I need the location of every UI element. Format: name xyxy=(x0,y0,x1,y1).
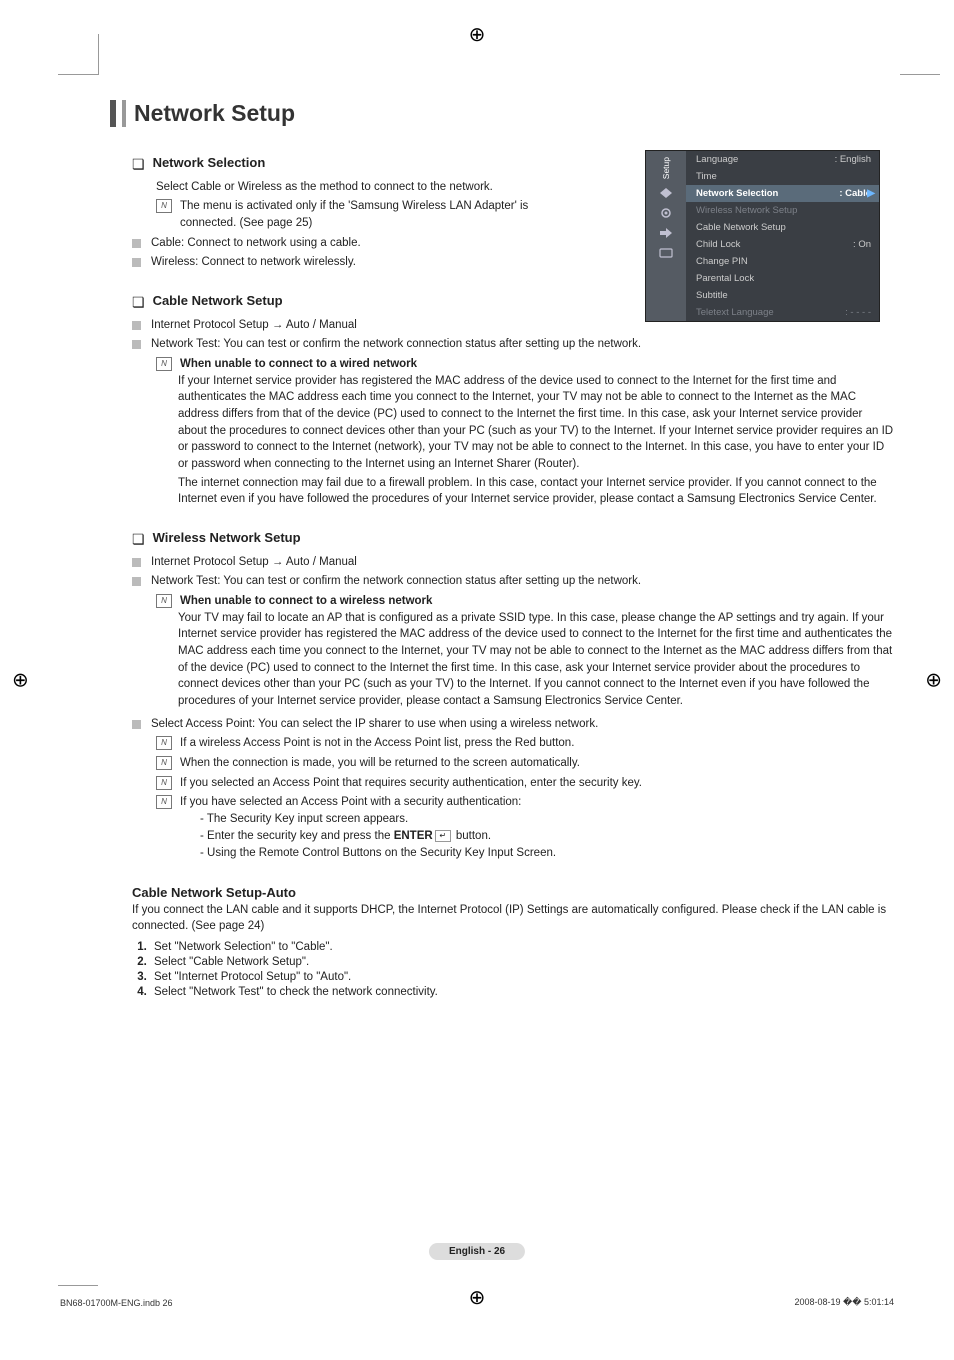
section-heading: Cable Network Setup-Auto xyxy=(132,885,894,900)
settings-icon xyxy=(658,207,674,219)
note-text: The menu is activated only if the 'Samsu… xyxy=(180,198,560,231)
registration-mark-icon: ⊕ xyxy=(469,22,486,47)
page-title-block: Network Setup xyxy=(110,100,894,127)
list-item: Select "Cable Network Setup". xyxy=(150,956,894,968)
list-text: Network Test: You can test or confirm th… xyxy=(151,336,641,353)
osd-row: Child Lock : On xyxy=(686,236,879,253)
list-item: Set "Internet Protocol Setup" to "Auto". xyxy=(150,971,894,983)
osd-label: Child Lock xyxy=(696,239,740,250)
list-square-icon xyxy=(132,720,141,729)
osd-row: Change PIN xyxy=(686,253,879,270)
page-number-pill: English - 26 xyxy=(429,1243,525,1260)
list-text: Wireless: Connect to network wirelessly. xyxy=(151,254,356,271)
osd-label: Subtitle xyxy=(696,290,728,301)
footer-filename: BN68-01700M-ENG.indb 26 xyxy=(60,1298,173,1308)
osd-row: Network Selection: Cable▶ xyxy=(686,185,879,202)
note-body: The internet connection may fail due to … xyxy=(178,475,894,508)
section-heading: Cable Network Setup xyxy=(153,293,283,308)
square-bullet-icon: ❏ xyxy=(132,155,145,175)
app-icon xyxy=(658,247,674,259)
osd-value: : - - - - xyxy=(845,307,871,318)
list-square-icon xyxy=(132,340,141,349)
osd-tab-label: Setup xyxy=(661,157,671,179)
note-heading: When unable to connect to a wireless net… xyxy=(180,593,432,610)
osd-row: Language : English xyxy=(686,151,879,168)
list-square-icon xyxy=(132,321,141,330)
osd-menu: Setup Language : English Time Network Selec… xyxy=(645,150,880,322)
list-square-icon xyxy=(132,577,141,586)
crop-mark xyxy=(58,34,99,75)
osd-value: : English xyxy=(835,154,871,165)
dash-item: - The Security Key input screen appears. xyxy=(200,811,894,828)
osd-row: Teletext Language : - - - - xyxy=(686,304,879,321)
osd-label: Change PIN xyxy=(696,256,748,267)
osd-row: Cable Network Setup xyxy=(686,219,879,236)
list-text: Internet Protocol Setup → Auto / Manual xyxy=(151,317,357,334)
list-square-icon xyxy=(132,258,141,267)
osd-label: Network Selection xyxy=(696,188,778,199)
note-heading: When unable to connect to a wired networ… xyxy=(180,356,417,373)
note-icon: N xyxy=(156,776,172,790)
note-body: Your TV may fail to locate an AP that is… xyxy=(178,610,894,710)
list-text: Select Access Point: You can select the … xyxy=(151,716,598,733)
note-icon: N xyxy=(156,795,172,809)
osd-label: Language xyxy=(696,154,738,165)
note-icon: N xyxy=(156,756,172,770)
osd-label: Parental Lock xyxy=(696,273,754,284)
osd-row: Wireless Network Setup xyxy=(686,202,879,219)
dash-item: - Enter the security key and press the E… xyxy=(200,828,894,845)
footer-timestamp: 2008-08-19 �� 5:01:14 xyxy=(794,1297,894,1308)
osd-value: : On xyxy=(853,239,871,250)
note-text: If a wireless Access Point is not in the… xyxy=(180,735,574,752)
list-square-icon xyxy=(132,558,141,567)
list-square-icon xyxy=(132,239,141,248)
osd-label: Teletext Language xyxy=(696,307,774,318)
section-heading: Wireless Network Setup xyxy=(153,530,301,545)
note-icon: N xyxy=(156,736,172,750)
note-body: If your Internet service provider has re… xyxy=(178,373,894,473)
osd-label: Time xyxy=(696,171,717,182)
registration-mark-icon: ⊕ xyxy=(925,668,942,693)
registration-mark-icon: ⊕ xyxy=(12,668,29,693)
registration-mark-icon: ⊕ xyxy=(469,1285,486,1310)
input-icon xyxy=(658,227,674,239)
page-title: Network Setup xyxy=(134,100,894,127)
dash-item: - Using the Remote Control Buttons on th… xyxy=(200,845,894,862)
list-text: Cable: Connect to network using a cable. xyxy=(151,235,361,252)
list-item: Select "Network Test" to check the netwo… xyxy=(150,986,894,998)
square-bullet-icon: ❏ xyxy=(132,293,145,313)
menu-icon xyxy=(658,187,674,199)
note-text: If you have selected an Access Point wit… xyxy=(180,794,521,811)
note-icon: N xyxy=(156,594,172,608)
numbered-list: Set "Network Selection" to "Cable". Sele… xyxy=(150,941,894,998)
osd-row: Subtitle xyxy=(686,287,879,304)
section-heading: Network Selection xyxy=(153,155,266,170)
note-text: When the connection is made, you will be… xyxy=(180,755,580,772)
body-text: Select Cable or Wireless as the method t… xyxy=(156,179,560,196)
crop-mark xyxy=(900,34,940,75)
note-text: If you selected an Access Point that req… xyxy=(180,775,642,792)
body-text: If you connect the LAN cable and it supp… xyxy=(132,902,894,935)
list-item: Set "Network Selection" to "Cable". xyxy=(150,941,894,953)
osd-row: Parental Lock xyxy=(686,270,879,287)
enter-icon: ↵ xyxy=(435,830,451,842)
note-icon: N xyxy=(156,199,172,213)
arrow-right-icon: ▶ xyxy=(867,188,875,199)
list-text: Internet Protocol Setup → Auto / Manual xyxy=(151,554,357,571)
osd-label: Wireless Network Setup xyxy=(696,205,797,216)
list-text: Network Test: You can test or confirm th… xyxy=(151,573,641,590)
note-icon: N xyxy=(156,357,172,371)
osd-row: Time xyxy=(686,168,879,185)
osd-label: Cable Network Setup xyxy=(696,222,786,233)
square-bullet-icon: ❏ xyxy=(132,530,145,550)
